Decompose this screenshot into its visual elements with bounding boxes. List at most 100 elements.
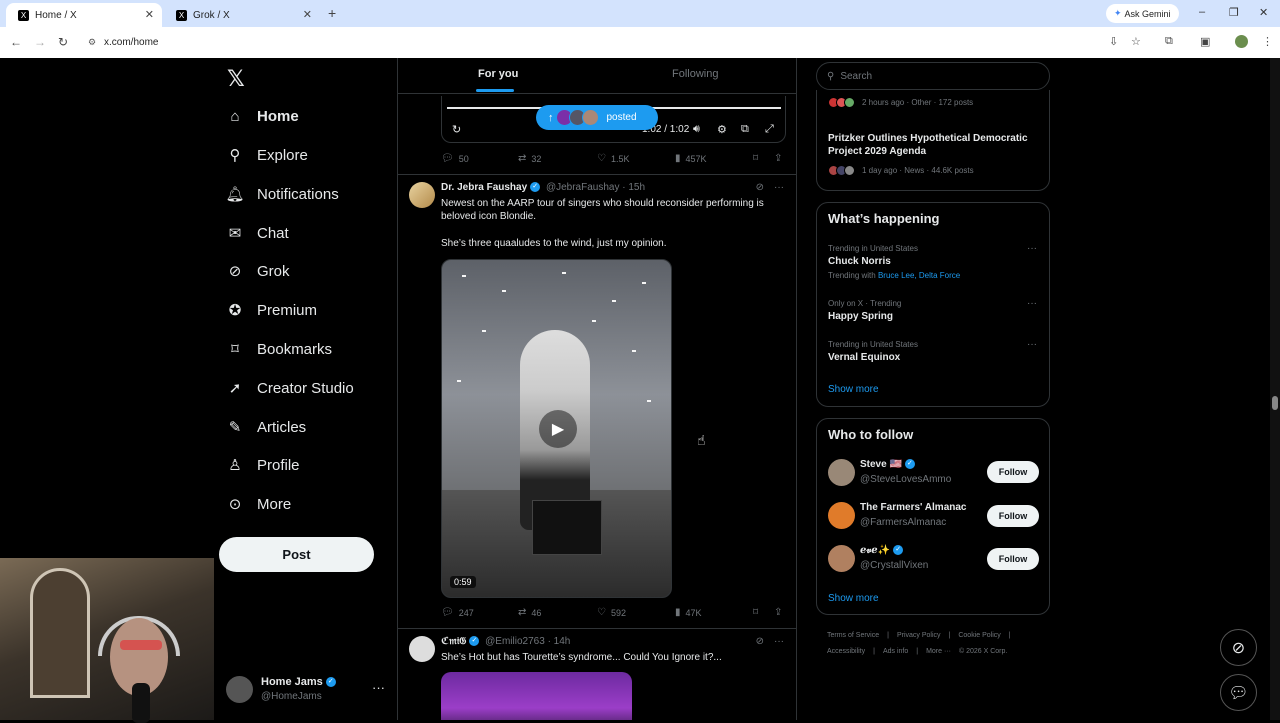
settings-icon[interactable]: ⚙: [717, 123, 727, 136]
address-bar[interactable]: ⚙ x.com/home: [80, 31, 1090, 53]
more-icon[interactable]: ···: [774, 182, 784, 193]
tab-home-x[interactable]: X Home / X ✕: [6, 3, 162, 27]
tweet-time[interactable]: · 15h: [622, 182, 645, 193]
replay-icon[interactable]: ↻: [452, 123, 461, 136]
nav-item-explore[interactable]: ⚲ Explore: [226, 140, 308, 170]
grok-fab-button[interactable]: ⊘: [1220, 629, 1257, 666]
bookmark-button[interactable]: ⌑: [753, 153, 763, 164]
back-icon[interactable]: ←: [10, 35, 22, 49]
share-button[interactable]: ⇪: [774, 607, 787, 618]
search-input[interactable]: ⚲ Search: [816, 62, 1050, 90]
nav-item-creator-studio[interactable]: ➚ Creator Studio: [226, 373, 354, 403]
footer-link[interactable]: More ···: [926, 648, 951, 655]
show-more-link[interactable]: Show more: [828, 593, 879, 604]
nav-item-grok[interactable]: ⊘ Grok: [226, 256, 290, 286]
more-icon[interactable]: ···: [1027, 339, 1037, 350]
nav-item-notifications[interactable]: 🔔︎ Notifications: [225, 179, 338, 209]
author-handle[interactable]: @JebraFaushay: [546, 182, 620, 193]
avatar[interactable]: [409, 182, 435, 208]
more-icon[interactable]: ···: [372, 680, 385, 695]
share-button[interactable]: ⇪: [774, 153, 787, 164]
reload-icon[interactable]: ↻: [58, 35, 68, 49]
like-button[interactable]: ♡ 592: [597, 607, 626, 618]
grok-icon[interactable]: ⊘: [756, 182, 764, 193]
profile-avatar[interactable]: [1235, 35, 1248, 48]
tweet-video[interactable]: ▶ 0:59: [441, 259, 672, 598]
avatar[interactable]: [828, 502, 855, 529]
ask-gemini-button[interactable]: ✦ Ask Gemini: [1106, 4, 1179, 23]
author-name[interactable]: ℭ𝔪𝔦𝔊: [441, 636, 466, 647]
footer-link[interactable]: Cookie Policy: [958, 632, 1000, 639]
repost-button[interactable]: ⇄ 46: [518, 607, 541, 618]
footer-separator: |: [1008, 632, 1011, 639]
grok-icon[interactable]: ⊘: [756, 636, 764, 647]
show-more-link[interactable]: Show more: [828, 384, 879, 395]
star-icon[interactable]: ☆: [1131, 35, 1141, 48]
post-button[interactable]: Post: [219, 537, 374, 572]
reply-button[interactable]: 💬︎ 50: [441, 153, 469, 164]
more-icon[interactable]: ···: [1027, 243, 1037, 254]
tab-for-you[interactable]: For you: [478, 68, 518, 80]
account-switcher[interactable]: Home Jams ✓ @HomeJams ···: [226, 672, 386, 712]
repost-button[interactable]: ⇄ 32: [518, 153, 541, 164]
follow-button[interactable]: Follow: [987, 461, 1039, 483]
menu-icon[interactable]: ⋮: [1262, 35, 1273, 48]
fullscreen-icon[interactable]: ⤢: [765, 123, 774, 136]
avatar[interactable]: [409, 636, 435, 662]
more-icon[interactable]: ···: [1027, 298, 1037, 309]
pip-icon[interactable]: ⧉: [741, 123, 749, 136]
timeline[interactable]: For you Following ↻ 1:02 / 1:02 🔊︎ ⚙ ⧉ ⤢…: [397, 58, 797, 720]
x-logo-icon[interactable]: 𝕏: [227, 66, 245, 92]
footer-link[interactable]: Privacy Policy: [897, 632, 941, 639]
tab-title: Home / X: [35, 9, 77, 21]
minimize-button[interactable]: –: [1199, 6, 1205, 18]
footer-link[interactable]: Accessibility: [827, 648, 865, 655]
scrollbar[interactable]: [1270, 58, 1280, 720]
follow-button[interactable]: Follow: [987, 548, 1039, 570]
like-button[interactable]: ♡ 1.5K: [597, 153, 629, 164]
nav-item-more[interactable]: ⊙ More: [226, 489, 291, 519]
more-icon[interactable]: ···: [774, 636, 784, 647]
views-button[interactable]: ▮ 47K: [675, 607, 702, 618]
footer-link[interactable]: Terms of Service: [827, 632, 879, 639]
views-button[interactable]: ▮ 457K: [675, 153, 707, 164]
footer-separator: |: [948, 632, 951, 639]
close-icon[interactable]: ✕: [145, 8, 154, 21]
extensions-icon[interactable]: ⧉: [1165, 35, 1173, 48]
sidepanel-icon[interactable]: ▣: [1200, 35, 1210, 48]
nav-item-bookmarks[interactable]: ⌑ Bookmarks: [226, 334, 332, 364]
nav-item-articles[interactable]: ✎ Articles: [226, 412, 306, 442]
nav-item-premium[interactable]: ✪ Premium: [226, 295, 317, 325]
nav-label: Grok: [257, 262, 290, 280]
volume-icon[interactable]: 🔊︎: [693, 123, 700, 136]
tab-grok-x[interactable]: X Grok / X ✕: [164, 3, 320, 27]
reply-icon: 💬︎: [441, 153, 454, 164]
bookmark-button[interactable]: ⌑: [753, 607, 763, 618]
new-tab-button[interactable]: +: [328, 5, 336, 21]
nav-item-home[interactable]: ⌂ Home: [226, 101, 298, 131]
news-title[interactable]: Pritzker Outlines Hypothetical Democrati…: [828, 132, 1043, 158]
author-name[interactable]: Dr. Jebra Faushay: [441, 182, 527, 193]
author-handle[interactable]: @Emilio2763: [485, 636, 545, 647]
avatar[interactable]: [828, 545, 855, 572]
site-info-icon[interactable]: ⚙: [88, 37, 96, 48]
new-posts-pill[interactable]: ↑ posted: [536, 105, 658, 130]
close-window-button[interactable]: ✕: [1259, 6, 1268, 19]
trend-with-links[interactable]: Bruce Lee, Delta Force: [878, 271, 960, 280]
reply-button[interactable]: 💬︎ 247: [441, 607, 474, 618]
avatar[interactable]: [828, 459, 855, 486]
nav-item-chat[interactable]: ✉ Chat: [226, 218, 289, 248]
nav-item-profile[interactable]: ♙ Profile: [226, 450, 299, 480]
follow-button[interactable]: Follow: [987, 505, 1039, 527]
footer-link[interactable]: Ads info: [883, 648, 908, 655]
messages-fab-button[interactable]: 💬︎: [1220, 674, 1257, 711]
install-icon[interactable]: ⇩: [1109, 35, 1118, 48]
play-icon[interactable]: ▶: [539, 410, 577, 448]
tweet-media[interactable]: [441, 672, 632, 720]
tab-following[interactable]: Following: [672, 68, 718, 80]
scrollbar-thumb[interactable]: [1272, 396, 1278, 410]
close-icon[interactable]: ✕: [303, 8, 312, 21]
tweet-time[interactable]: · 14h: [548, 636, 571, 647]
forward-icon[interactable]: →: [34, 35, 46, 49]
maximize-button[interactable]: ❐: [1229, 6, 1239, 19]
